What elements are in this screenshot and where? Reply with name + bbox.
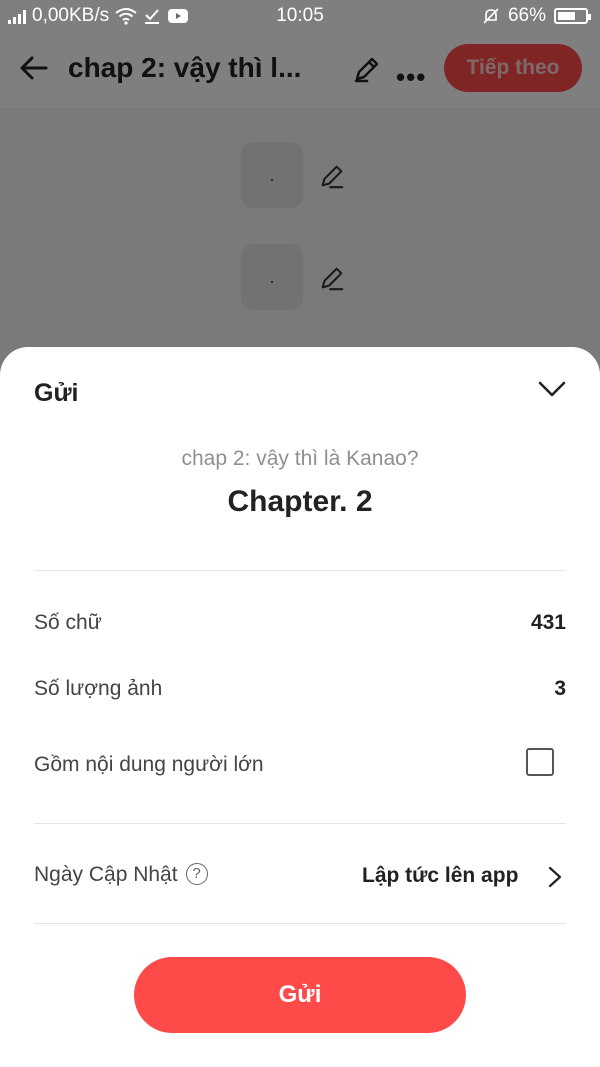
help-icon[interactable]: ?	[185, 863, 208, 885]
update-date-value[interactable]: Lập tức lên app	[362, 864, 518, 888]
status-bar: 0,00KB/s 10:05 66%	[0, 0, 600, 32]
mute-bell-icon	[483, 8, 499, 24]
update-date-label-text: Ngày Cập Nhật	[34, 863, 178, 886]
chapter-subtitle: chap 2: vậy thì là Kanao?	[181, 447, 419, 470]
adult-content-checkbox[interactable]	[526, 748, 554, 776]
submit-bottom-sheet: Gửi chap 2: vậy thì là Kanao? Chapter. 2…	[0, 347, 600, 1067]
battery-percent: 66%	[507, 5, 546, 26]
image-count-label: Số lượng ảnh	[34, 677, 163, 700]
divider	[34, 923, 566, 924]
chevron-right-icon[interactable]	[544, 864, 566, 890]
divider	[34, 570, 566, 571]
submit-button[interactable]: Gửi	[134, 957, 466, 1033]
word-count-label: Số chữ	[34, 611, 102, 634]
chapter-name: Chapter. 2	[227, 485, 373, 518]
adult-content-label: Gồm nội dung người lớn	[34, 753, 264, 776]
screen: chap 2: vậy thì l... ••• Tiếp theo . .	[0, 0, 600, 1067]
battery-icon	[554, 8, 591, 24]
divider	[34, 823, 566, 824]
image-count-value: 3	[554, 677, 566, 700]
sheet-title: Gửi	[34, 379, 79, 407]
word-count-value: 431	[530, 611, 566, 634]
update-date-label: Ngày Cập Nhật?	[34, 863, 208, 887]
chevron-down-icon[interactable]	[536, 373, 568, 405]
